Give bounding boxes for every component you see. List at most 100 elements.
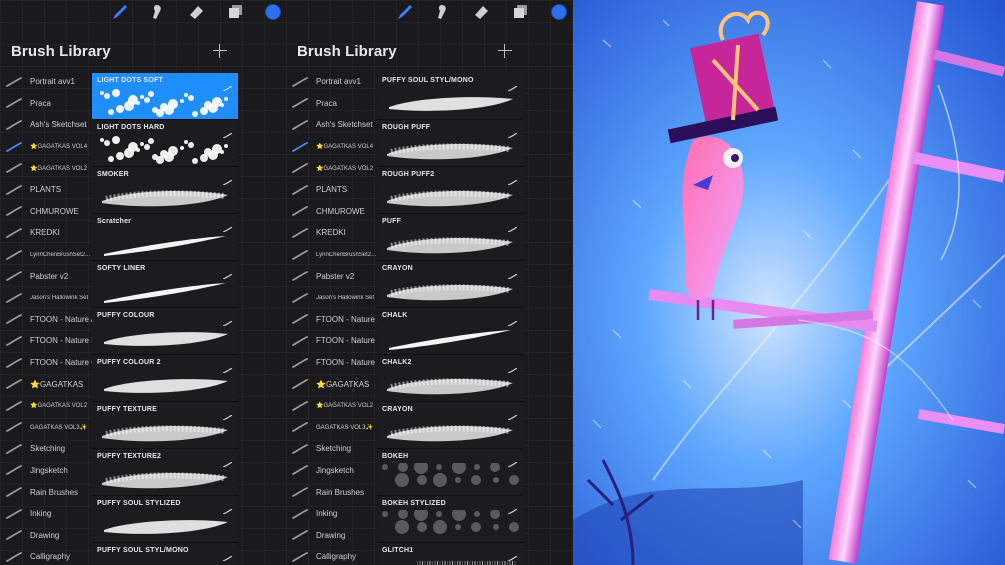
brush-item-crayon[interactable]: CRAYON: [377, 402, 523, 449]
brush-set-item-portrait-avv1[interactable]: Portrait avv1: [286, 71, 378, 93]
brush-set-item-praca[interactable]: Praca: [0, 93, 92, 115]
brush-item-chalk2[interactable]: CHALK2: [377, 355, 523, 402]
brush-set-item-kredki[interactable]: KREDKI: [0, 222, 92, 244]
brush-set-item-ftoon-nature-a[interactable]: FTOON - Nature A: [286, 309, 378, 331]
brush-set-item-calligraphy[interactable]: Calligraphy: [286, 546, 378, 565]
brush-set-item-praca[interactable]: Praca: [286, 93, 378, 115]
brush-set-item-ftoon-nature-b[interactable]: FTOON - Nature B: [286, 330, 378, 352]
brush-set-item-plants[interactable]: PLANTS: [0, 179, 92, 201]
smudge-tool-icon[interactable]: [147, 2, 167, 22]
brush-set-item-gagatkas-vol2[interactable]: ⭐GAGATKAS VOL2: [286, 157, 378, 179]
brush-set-label: FTOON - Nature B: [30, 336, 92, 346]
split-screen: Brush Library Portrait avv1 Praca Ash's Sk…: [0, 0, 1005, 565]
brush-item-smoker[interactable]: SMOKER: [92, 167, 238, 214]
brush-set-stroke-icon: [5, 119, 23, 131]
brush-item-puffy-colour[interactable]: PUFFY COLOUR: [92, 308, 238, 355]
brush-set-item-portrait-avv1[interactable]: Portrait avv1: [0, 71, 92, 93]
brush-item-scratcher[interactable]: Scratcher: [92, 214, 238, 261]
brush-item-bokeh[interactable]: BOKEH: [377, 449, 523, 496]
brush-type-icon: [222, 266, 233, 280]
brush-set-stroke-icon: [291, 119, 309, 131]
brush-item-softy-liner[interactable]: SOFTY LINER: [92, 261, 238, 308]
brush-set-item-calligraphy[interactable]: Calligraphy: [0, 546, 92, 565]
brush-set-item-gagatkas[interactable]: ⭐GAGATKAS: [0, 373, 92, 395]
brush-set-item-gagatkas[interactable]: ⭐GAGATKAS: [286, 373, 378, 395]
brush-item-puffy-colour-2[interactable]: PUFFY COLOUR 2: [92, 355, 238, 402]
brush-item-light-dots-soft[interactable]: LIGHT DOTS SOFT: [92, 73, 238, 120]
brush-set-item-chmurowe[interactable]: CHMUROWE: [0, 201, 92, 223]
brush-set-item-gagatkas-vol4[interactable]: ⭐GAGATKAS VOL4: [286, 136, 378, 158]
brush-set-stroke-icon: [5, 184, 23, 196]
brush-set-item-jingsketch[interactable]: Jingsketch: [286, 460, 378, 482]
brush-set-item-pabster-v2[interactable]: Pabster v2: [0, 265, 92, 287]
eraser-tool-icon[interactable]: [471, 2, 491, 22]
brush-set-item-lynnchenbrushset2[interactable]: LynnChenBrushSet2...: [286, 244, 378, 266]
brush-set-label: FTOON - Nature A: [30, 314, 92, 324]
brush-set-item-drawing[interactable]: Drawing: [286, 524, 378, 546]
brush-set-label: ⭐GAGATKAS: [30, 379, 84, 389]
brush-set-item-inking[interactable]: Inking: [0, 503, 92, 525]
brush-name: CHALK2: [382, 359, 412, 366]
brush-set-item-gagatkas-vol3[interactable]: GAGATKAS VOL3✨: [0, 417, 92, 439]
brush-item-rough-puff2[interactable]: ROUGH PUFF2: [377, 167, 523, 214]
brush-set-item-rain-brushes[interactable]: Rain Brushes: [0, 481, 92, 503]
color-picker[interactable]: [549, 2, 569, 22]
brush-set-item-kredki[interactable]: KREDKI: [286, 222, 378, 244]
brush-set-stroke-icon: [5, 227, 23, 239]
layers-icon[interactable]: [510, 2, 530, 22]
brush-stroke-preview: [102, 190, 228, 207]
brush-item-puffy-soul-styl-mono[interactable]: PUFFY SOUL STYL/MONO: [377, 73, 523, 120]
brush-set-item-gagatkas-vol2[interactable]: ⭐GAGATKAS VOL2: [286, 395, 378, 417]
brush-set-item-sketching[interactable]: Sketching: [0, 438, 92, 460]
brush-set-item-ftoon-nature-b[interactable]: FTOON - Nature B: [0, 330, 92, 352]
brush-item-puffy-soul-styl-mono[interactable]: PUFFY SOUL STYL/MONO: [92, 543, 238, 565]
color-picker[interactable]: [263, 2, 283, 22]
eraser-tool-icon[interactable]: [186, 2, 206, 22]
brush-item-puff[interactable]: PUFF: [377, 214, 523, 261]
brush-set-item-plants[interactable]: PLANTS: [286, 179, 378, 201]
brush-set-item-ash-s-sketchset[interactable]: Ash's Sketchset: [0, 114, 92, 136]
brush-item-chalk[interactable]: CHALK: [377, 308, 523, 355]
brush-set-item-jason-s-hallowink-set[interactable]: Jason's Hallowink Set: [286, 287, 378, 309]
brush-item-puffy-texture[interactable]: PUFFY TEXTURE: [92, 402, 238, 449]
brush-set-label: FTOON - Nature B: [316, 336, 378, 346]
brush-set-item-ftoon-nature-c[interactable]: FTOON - Nature C: [286, 352, 378, 374]
brush-tool-icon[interactable]: [395, 2, 415, 22]
brush-item-puffy-texture2[interactable]: PUFFY TEXTURE2: [92, 449, 238, 496]
brush-item-bokeh-stylized[interactable]: BOKEH STYLIZED: [377, 496, 523, 543]
brush-set-item-drawing[interactable]: Drawing: [0, 524, 92, 546]
brush-set-label: Jingsketch: [316, 465, 354, 475]
brush-set-item-gagatkas-vol2[interactable]: ⭐GAGATKAS VOL2: [0, 157, 92, 179]
brush-set-label: KREDKI: [316, 228, 346, 238]
brush-set-item-ftoon-nature-a[interactable]: FTOON - Nature A: [0, 309, 92, 331]
brush-item-puffy-soul-stylized[interactable]: PUFFY SOUL STYLIZED: [92, 496, 238, 543]
smudge-tool-icon[interactable]: [432, 2, 452, 22]
brush-tool-icon[interactable]: [110, 2, 130, 22]
brush-item-rough-puff[interactable]: ROUGH PUFF: [377, 120, 523, 167]
brush-stroke-preview: [102, 472, 228, 489]
brush-set-item-rain-brushes[interactable]: Rain Brushes: [286, 481, 378, 503]
brush-set-item-lynnchenbrushset2[interactable]: LynnChenBrushSet2...: [0, 244, 92, 266]
brush-set-item-ftoon-nature-c[interactable]: FTOON - Nature C: [0, 352, 92, 374]
brush-set-item-sketching[interactable]: Sketching: [286, 438, 378, 460]
brush-set-item-gagatkas-vol4[interactable]: ⭐GAGATKAS VOL4: [0, 136, 92, 158]
layers-icon[interactable]: [225, 2, 245, 22]
brush-set-item-chmurowe[interactable]: CHMUROWE: [286, 201, 378, 223]
add-brush-set-button[interactable]: [212, 43, 228, 59]
brush-set-item-inking[interactable]: Inking: [286, 503, 378, 525]
brush-set-stroke-icon: [5, 357, 23, 369]
brush-set-stroke-icon: [5, 97, 23, 109]
brush-set-item-gagatkas-vol2[interactable]: ⭐GAGATKAS VOL2: [0, 395, 92, 417]
brush-item-crayon[interactable]: CRAYON: [377, 261, 523, 308]
brush-set-item-ash-s-sketchset[interactable]: Ash's Sketchset: [286, 114, 378, 136]
top-toolbar: [0, 0, 286, 25]
brush-set-stroke-icon: [5, 421, 23, 433]
add-brush-set-button[interactable]: [497, 43, 513, 59]
brush-set-label: ⭐GAGATKAS VOL2: [316, 403, 374, 410]
brush-set-item-jingsketch[interactable]: Jingsketch: [0, 460, 92, 482]
brush-set-item-jason-s-hallowink-set[interactable]: Jason's Hallowink Set: [0, 287, 92, 309]
brush-set-item-gagatkas-vol3[interactable]: GAGATKAS VOL3✨: [286, 417, 378, 439]
brush-item-glitch1[interactable]: GLITCH1: [377, 543, 523, 565]
brush-set-item-pabster-v2[interactable]: Pabster v2: [286, 265, 378, 287]
brush-item-light-dots-hard[interactable]: LIGHT DOTS HARD: [92, 120, 238, 167]
